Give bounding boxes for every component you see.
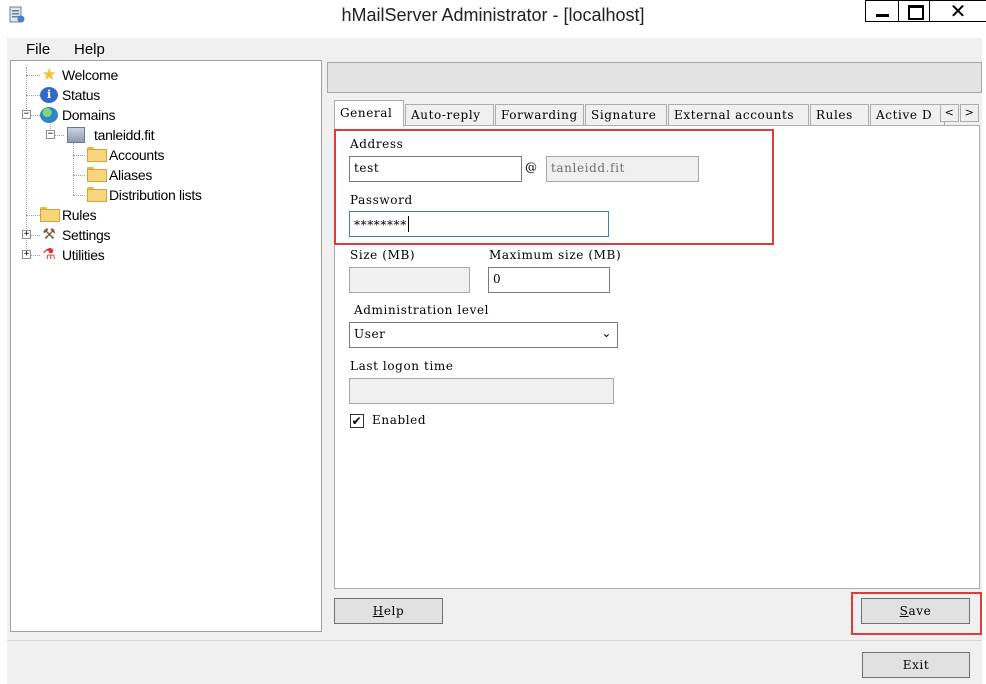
tree-item-accounts[interactable]: Accounts [87, 146, 164, 164]
max-size-label: Maximum size (MB) [489, 248, 622, 262]
tree-item-label: Aliases [109, 167, 153, 183]
content-header [327, 62, 982, 93]
last-logon-field [349, 378, 614, 404]
tree-item-label: Status [62, 87, 100, 103]
tree-item-label: Welcome [62, 67, 118, 83]
tree-item-welcome[interactable]: ★ Welcome [40, 65, 119, 84]
password-value: ******** [354, 218, 407, 232]
enabled-label: Enabled [372, 413, 427, 427]
password-label: Password [350, 193, 413, 207]
tree-item-rules[interactable]: Rules [40, 206, 97, 224]
title-bar: hMailServer Administrator - [localhost] … [0, 0, 986, 30]
tree-item-label: Distribution lists [109, 187, 202, 203]
text-caret [407, 216, 409, 232]
last-logon-label: Last logon time [350, 359, 454, 373]
tree-item-status[interactable]: i Status [40, 86, 100, 104]
at-sign-label: @ [525, 160, 538, 174]
star-icon: ★ [41, 65, 57, 84]
window-frame [0, 30, 986, 38]
tree-item-distribution-lists[interactable]: Distribution lists [87, 186, 202, 204]
tab-general[interactable]: General [334, 100, 404, 127]
address-label: Address [350, 137, 404, 151]
tree-item-aliases[interactable]: Aliases [87, 166, 152, 184]
tree-item-label: Accounts [109, 147, 165, 163]
exit-button[interactable]: Exit [862, 652, 970, 678]
tree-item-label: Domains [62, 107, 116, 123]
tab-strip: General Auto-reply Forwarding Signature … [334, 100, 980, 127]
maximize-button[interactable] [898, 0, 930, 22]
chevron-down-icon: ⌄ [601, 326, 612, 340]
server-icon [67, 127, 85, 143]
utilities-icon: ⚗ [42, 246, 56, 263]
admin-level-label: Administration level [354, 303, 490, 317]
checkmark-icon: ✔ [351, 414, 363, 428]
tab-scroll-left-button[interactable]: < [940, 104, 959, 122]
size-field [349, 267, 470, 293]
bottom-panel [7, 640, 982, 684]
close-icon: ✕ [949, 0, 967, 23]
size-label: Size (MB) [350, 248, 416, 262]
window-frame-left [0, 30, 7, 684]
menu-bar: File Help [7, 38, 982, 60]
close-button[interactable]: ✕ [929, 0, 986, 22]
tab-auto-reply[interactable]: Auto-reply [405, 104, 494, 126]
admin-level-select[interactable]: User ⌄ [349, 322, 618, 348]
domain-collapse-toggle[interactable]: − [46, 130, 55, 139]
navigation-tree[interactable]: − − + + ★ Welcome i Status Domains tanle… [10, 60, 322, 632]
tab-active-directory[interactable]: Active D [870, 104, 945, 126]
enabled-checkbox[interactable]: ✔ [350, 414, 364, 428]
tree-item-label: Utilities [62, 247, 105, 263]
settings-expand-toggle[interactable]: + [22, 230, 31, 239]
tools-icon: ⚒ [42, 226, 56, 243]
window-title: hMailServer Administrator - [localhost] [341, 5, 645, 25]
address-input[interactable]: test [349, 156, 522, 182]
folder-icon [87, 187, 107, 203]
tree-item-label: Rules [62, 207, 97, 223]
help-button[interactable]: Help [334, 598, 443, 624]
folder-icon [40, 207, 60, 223]
address-value: test [354, 161, 380, 175]
tab-external-accounts[interactable]: External accounts [668, 104, 809, 126]
max-size-value: 0 [493, 272, 502, 286]
globe-icon [40, 107, 58, 123]
folder-icon [87, 167, 107, 183]
tree-item-label: tanleidd.fit [94, 127, 155, 143]
tree-item-domain-tanleidd[interactable]: tanleidd.fit [64, 126, 155, 144]
tree-item-utilities[interactable]: ⚗ Utilities [40, 246, 104, 264]
utilities-expand-toggle[interactable]: + [22, 250, 31, 259]
domains-collapse-toggle[interactable]: − [22, 110, 31, 119]
tab-forwarding[interactable]: Forwarding [495, 104, 584, 126]
tab-scroll-right-button[interactable]: > [960, 104, 979, 122]
general-tab-panel: Address test @ tanleidd.fit Password ***… [334, 125, 980, 589]
menu-help[interactable]: Help [74, 41, 105, 58]
menu-file[interactable]: File [26, 41, 50, 58]
tab-rules[interactable]: Rules [810, 104, 869, 126]
tree-item-domains[interactable]: Domains [40, 106, 115, 124]
tree-item-label: Settings [62, 227, 111, 243]
tree-item-settings[interactable]: ⚒ Settings [40, 226, 110, 244]
window-frame-right [982, 30, 986, 684]
folder-icon [87, 147, 107, 163]
minimize-button[interactable] [865, 0, 899, 22]
max-size-input[interactable]: 0 [488, 267, 610, 293]
save-button[interactable]: Save [861, 598, 970, 624]
domain-field: tanleidd.fit [546, 156, 699, 182]
admin-level-value: User [354, 327, 386, 341]
tab-signature[interactable]: Signature [585, 104, 667, 126]
password-input[interactable]: ******** [349, 211, 609, 237]
domain-value: tanleidd.fit [551, 161, 625, 175]
info-icon: i [40, 87, 58, 103]
